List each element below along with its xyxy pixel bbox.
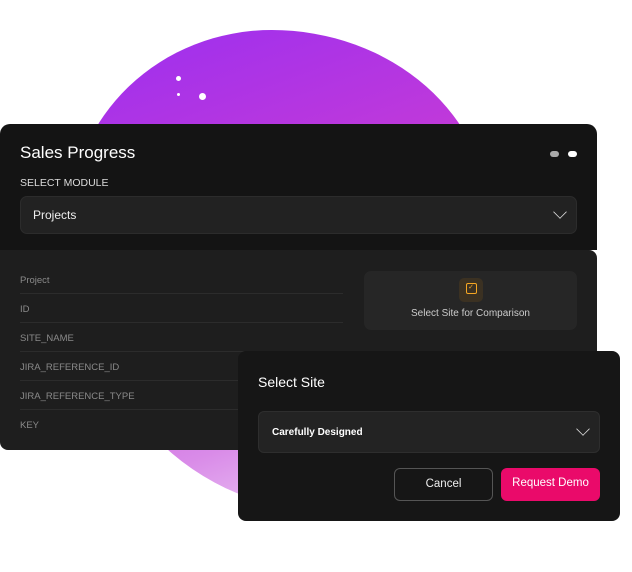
panel-title: Sales Progress bbox=[20, 143, 136, 162]
select-site-comparison-button[interactable]: ✓ Select Site for Comparison bbox=[364, 271, 577, 330]
field-row: SITE_NAME bbox=[20, 323, 343, 352]
checkbox-stack-icon: ✓ bbox=[458, 278, 483, 302]
compare-label: Select Site for Comparison bbox=[411, 308, 530, 319]
cancel-button[interactable]: Cancel bbox=[394, 468, 493, 501]
module-select[interactable]: Projects bbox=[20, 196, 577, 234]
module-label: SELECT MODULE bbox=[20, 177, 109, 189]
select-site-modal: Select Site Carefully Designed Cancel Re… bbox=[238, 351, 620, 521]
module-value: Projects bbox=[33, 208, 77, 222]
decor-dot bbox=[176, 76, 181, 81]
site-select[interactable]: Carefully Designed bbox=[258, 411, 600, 453]
decor-dot bbox=[199, 93, 206, 100]
window-control[interactable] bbox=[550, 151, 559, 157]
chevron-down-icon bbox=[553, 205, 567, 219]
site-value: Carefully Designed bbox=[272, 427, 363, 438]
modal-title: Select Site bbox=[258, 374, 325, 390]
decor-dot bbox=[177, 93, 180, 96]
chevron-down-icon bbox=[576, 422, 590, 436]
field-row: ID bbox=[20, 294, 343, 323]
window-control[interactable] bbox=[568, 151, 577, 157]
request-demo-button[interactable]: Request Demo bbox=[501, 468, 600, 501]
field-row: Project bbox=[20, 265, 343, 294]
